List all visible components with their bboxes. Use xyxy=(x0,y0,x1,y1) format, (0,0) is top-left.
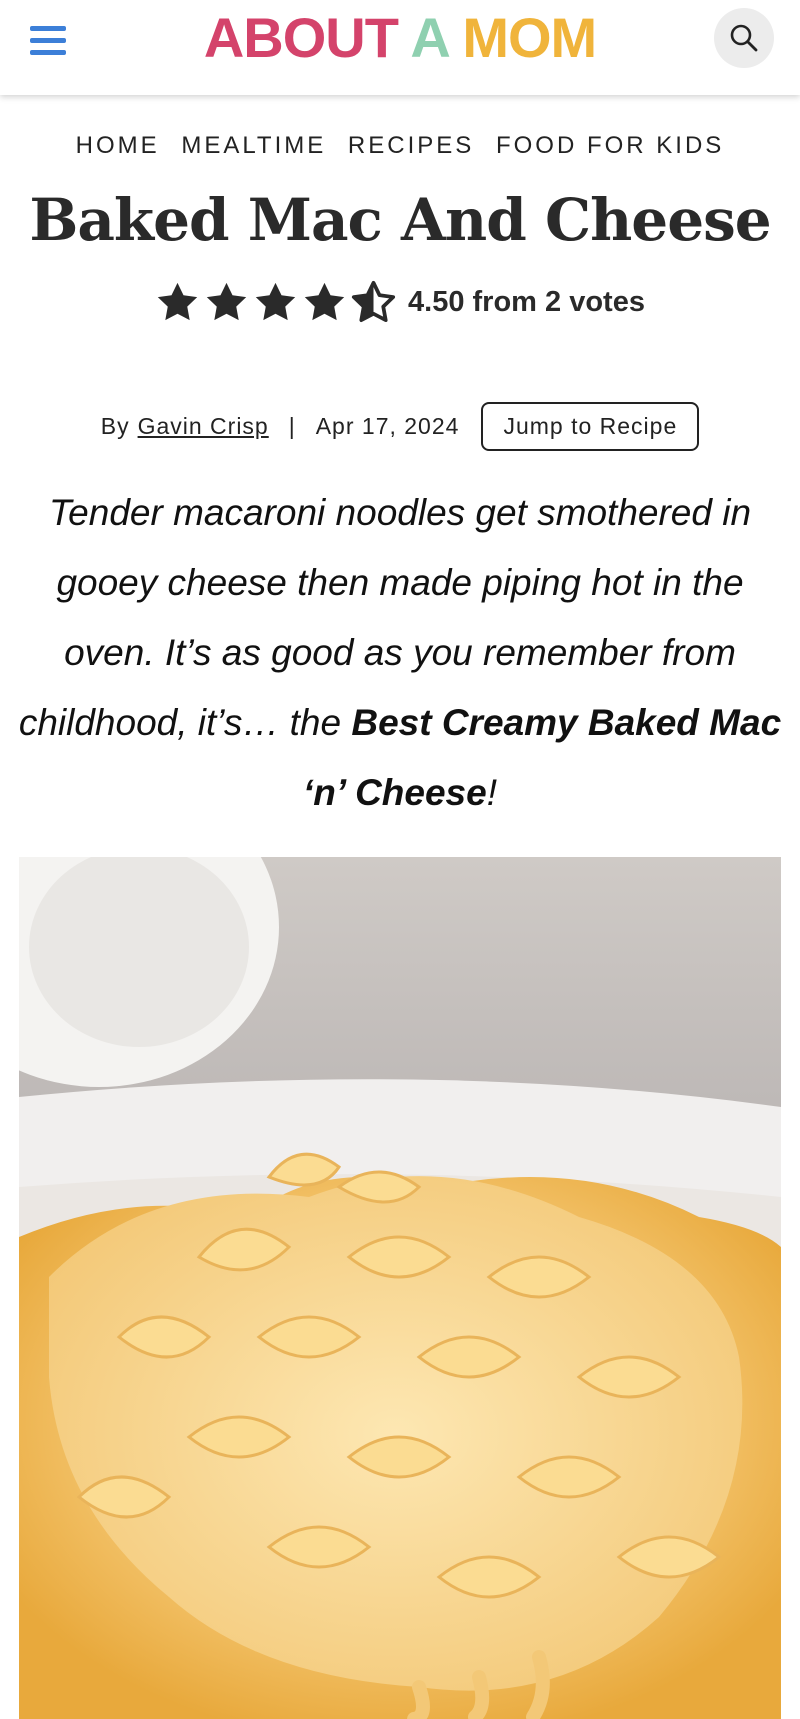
breadcrumb-home[interactable]: HOME xyxy=(76,132,160,159)
star-rating[interactable]: 4.50 from 2 votes xyxy=(0,280,800,325)
search-button[interactable] xyxy=(714,8,774,68)
search-icon xyxy=(730,24,758,52)
author-link[interactable]: Gavin Crisp xyxy=(138,413,269,440)
star-full-icon[interactable] xyxy=(155,280,200,325)
breadcrumb-recipes[interactable]: RECIPES xyxy=(348,132,474,159)
star-full-icon[interactable] xyxy=(253,280,298,325)
publish-date: Apr 17, 2024 xyxy=(315,413,460,439)
hero-image-mac-and-cheese xyxy=(19,857,781,1719)
star-full-icon[interactable] xyxy=(204,280,249,325)
byline: By Gavin Crisp | Apr 17, 2024 Jump to Re… xyxy=(0,402,800,451)
breadcrumb: HOME MEALTIME RECIPES FOOD FOR KIDS xyxy=(0,132,800,160)
byline-prefix: By xyxy=(100,413,130,439)
intro-paragraph: Tender macaroni noodles get smothered in… xyxy=(18,478,782,828)
intro-bold-text: Best Creamy Baked Mac ‘n’ Cheese xyxy=(303,702,782,813)
breadcrumb-food-for-kids[interactable]: FOOD FOR KIDS xyxy=(496,132,724,159)
hero-image-illustration xyxy=(19,857,781,1719)
site-header: ABOUT A MOM xyxy=(0,0,800,95)
star-half-icon[interactable] xyxy=(351,280,396,325)
intro-end: ! xyxy=(486,772,497,813)
byline-separator: | xyxy=(288,413,296,439)
page-title: Baked Mac And Cheese xyxy=(29,186,771,254)
site-logo[interactable]: ABOUT A MOM xyxy=(0,8,800,68)
logo-word-mom: MOM xyxy=(462,6,597,69)
rating-summary: 4.50 from 2 votes xyxy=(408,286,645,318)
logo-word-a: A xyxy=(410,6,448,69)
star-full-icon[interactable] xyxy=(302,280,347,325)
breadcrumb-mealtime[interactable]: MEALTIME xyxy=(181,132,326,159)
jump-to-recipe-button[interactable]: Jump to Recipe xyxy=(481,402,700,451)
logo-word-about: ABOUT xyxy=(203,6,399,69)
